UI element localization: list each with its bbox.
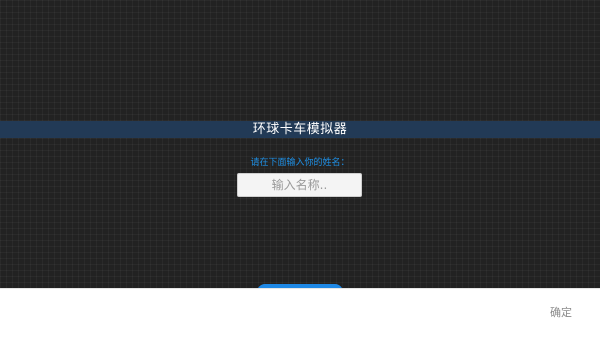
confirm-button[interactable]: 确定 (550, 306, 572, 320)
page-title: 环球卡车模拟器 (252, 122, 348, 137)
name-input[interactable] (237, 173, 362, 197)
input-dialog-bar: 确定 (0, 288, 600, 337)
title-bar: 环球卡车模拟器 (0, 121, 600, 138)
game-screen: 环球卡车模拟器 请在下面输入你的姓名： 确定 (0, 0, 600, 337)
name-prompt-label: 请在下面输入你的姓名： (250, 158, 350, 168)
